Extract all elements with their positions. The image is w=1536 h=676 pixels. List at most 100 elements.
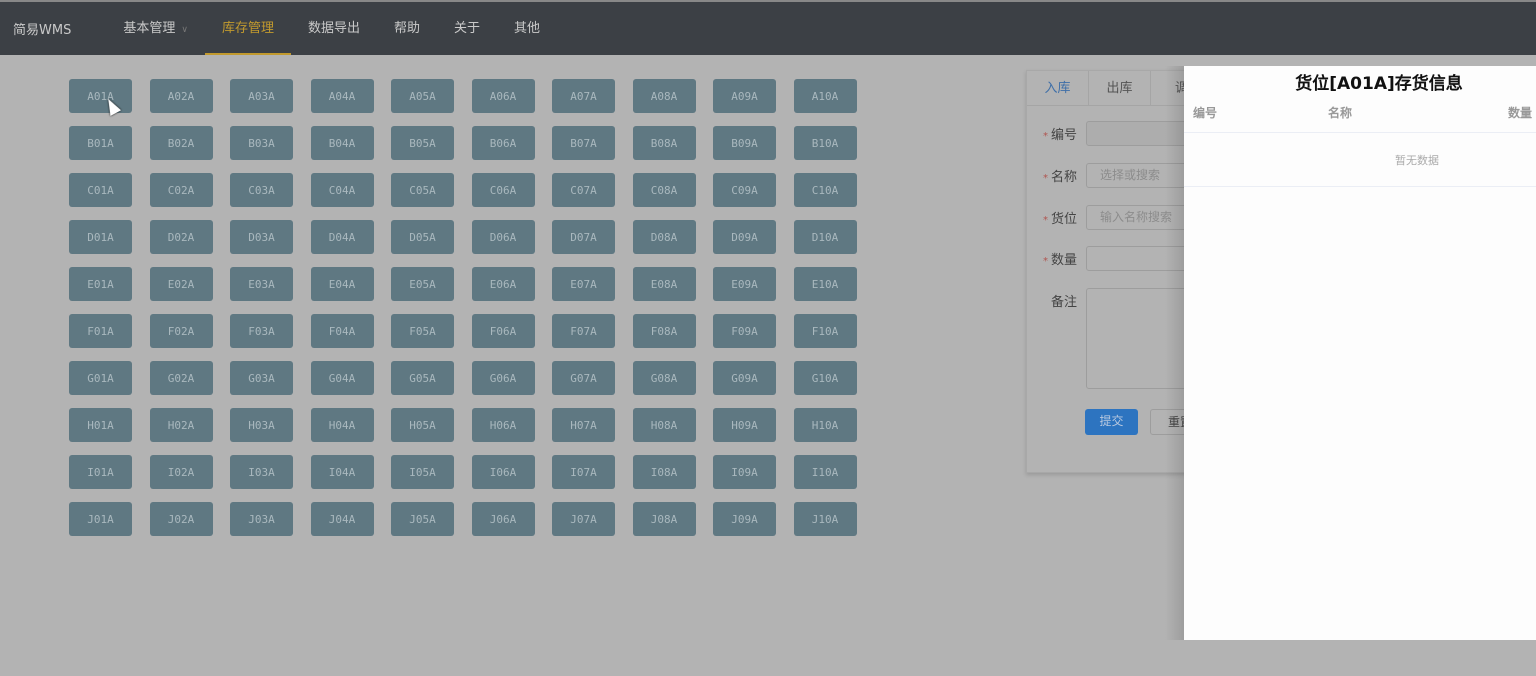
location-cell[interactable]: H07A [552,408,615,442]
location-cell[interactable]: J09A [713,502,776,536]
location-cell[interactable]: F06A [471,314,535,348]
location-cell[interactable]: J02A [149,502,213,536]
location-cell[interactable]: D04A [310,220,374,254]
location-cell[interactable]: A08A [632,79,696,113]
location-cell[interactable]: I03A [230,455,293,489]
nav-basic-management[interactable]: 基本管理 ∨ [106,2,205,55]
location-cell[interactable]: G05A [391,361,454,395]
nav-other[interactable]: 其他 [497,2,557,55]
tab-outbound[interactable]: 出库 [1089,71,1151,105]
location-cell[interactable]: G03A [230,361,293,395]
location-cell[interactable]: D08A [632,220,696,254]
location-cell[interactable]: A01A [69,79,132,113]
location-cell[interactable]: G08A [632,361,696,395]
location-cell[interactable]: G04A [310,361,374,395]
location-cell[interactable]: E09A [713,267,776,301]
location-cell[interactable]: E08A [632,267,696,301]
location-cell[interactable]: I09A [713,455,776,489]
location-cell[interactable]: G10A [793,361,857,395]
brand[interactable]: 简易WMS [13,19,71,38]
location-cell[interactable]: G02A [149,361,213,395]
nav-about[interactable]: 关于 [437,2,497,55]
location-cell[interactable]: C06A [471,173,535,207]
location-cell[interactable]: J05A [391,502,454,536]
location-cell[interactable]: J08A [632,502,696,536]
location-cell[interactable]: H10A [793,408,857,442]
location-cell[interactable]: C01A [69,173,132,207]
location-cell[interactable]: I07A [552,455,615,489]
location-cell[interactable]: D10A [793,220,857,254]
location-cell[interactable]: C04A [310,173,374,207]
location-cell[interactable]: E07A [552,267,615,301]
location-cell[interactable]: B05A [391,126,454,160]
location-cell[interactable]: C02A [149,173,213,207]
location-cell[interactable]: H01A [69,408,132,442]
location-cell[interactable]: H05A [391,408,454,442]
location-cell[interactable]: G01A [69,361,132,395]
location-cell[interactable]: C03A [230,173,293,207]
location-cell[interactable]: F03A [230,314,293,348]
location-cell[interactable]: E03A [230,267,293,301]
submit-button[interactable]: 提交 [1085,409,1138,435]
location-cell[interactable]: E02A [149,267,213,301]
location-cell[interactable]: C05A [391,173,454,207]
location-cell[interactable]: C10A [793,173,857,207]
location-cell[interactable]: D02A [149,220,213,254]
location-cell[interactable]: F07A [552,314,615,348]
location-cell[interactable]: D01A [69,220,132,254]
location-cell[interactable]: J06A [471,502,535,536]
location-cell[interactable]: H02A [149,408,213,442]
location-cell[interactable]: F08A [632,314,696,348]
location-cell[interactable]: B01A [69,126,132,160]
location-cell[interactable]: G09A [713,361,776,395]
location-cell[interactable]: A05A [391,79,454,113]
location-cell[interactable]: A10A [793,79,857,113]
location-cell[interactable]: D03A [230,220,293,254]
location-cell[interactable]: E06A [471,267,535,301]
location-cell[interactable]: I04A [310,455,374,489]
location-cell[interactable]: G07A [552,361,615,395]
location-cell[interactable]: F04A [310,314,374,348]
location-cell[interactable]: I08A [632,455,696,489]
location-cell[interactable]: B03A [230,126,293,160]
location-cell[interactable]: E05A [391,267,454,301]
location-cell[interactable]: A06A [471,79,535,113]
location-cell[interactable]: I10A [793,455,857,489]
location-cell[interactable]: I02A [149,455,213,489]
location-cell[interactable]: B10A [793,126,857,160]
location-cell[interactable]: F05A [391,314,454,348]
location-cell[interactable]: B09A [713,126,776,160]
location-cell[interactable]: G06A [471,361,535,395]
location-cell[interactable]: F02A [149,314,213,348]
location-cell[interactable]: C09A [713,173,776,207]
location-cell[interactable]: H08A [632,408,696,442]
location-cell[interactable]: I06A [471,455,535,489]
location-cell[interactable]: B08A [632,126,696,160]
location-cell[interactable]: B06A [471,126,535,160]
location-cell[interactable]: J07A [552,502,615,536]
location-cell[interactable]: A07A [552,79,615,113]
location-cell[interactable]: A03A [230,79,293,113]
location-cell[interactable]: I05A [391,455,454,489]
location-cell[interactable]: E01A [69,267,132,301]
location-cell[interactable]: E10A [793,267,857,301]
location-cell[interactable]: J03A [230,502,293,536]
location-cell[interactable]: A09A [713,79,776,113]
location-cell[interactable]: C08A [632,173,696,207]
location-cell[interactable]: J01A [69,502,132,536]
location-cell[interactable]: H09A [713,408,776,442]
tab-inbound[interactable]: 入库 [1027,71,1089,105]
location-cell[interactable]: H03A [230,408,293,442]
location-cell[interactable]: A02A [149,79,213,113]
location-cell[interactable]: F10A [793,314,857,348]
location-cell[interactable]: D09A [713,220,776,254]
location-cell[interactable]: B07A [552,126,615,160]
location-cell[interactable]: I01A [69,455,132,489]
location-cell[interactable]: H04A [310,408,374,442]
location-cell[interactable]: B04A [310,126,374,160]
nav-data-export[interactable]: 数据导出 [291,2,377,55]
location-cell[interactable]: H06A [471,408,535,442]
location-cell[interactable]: B02A [149,126,213,160]
location-cell[interactable]: D06A [471,220,535,254]
location-cell[interactable]: A04A [310,79,374,113]
